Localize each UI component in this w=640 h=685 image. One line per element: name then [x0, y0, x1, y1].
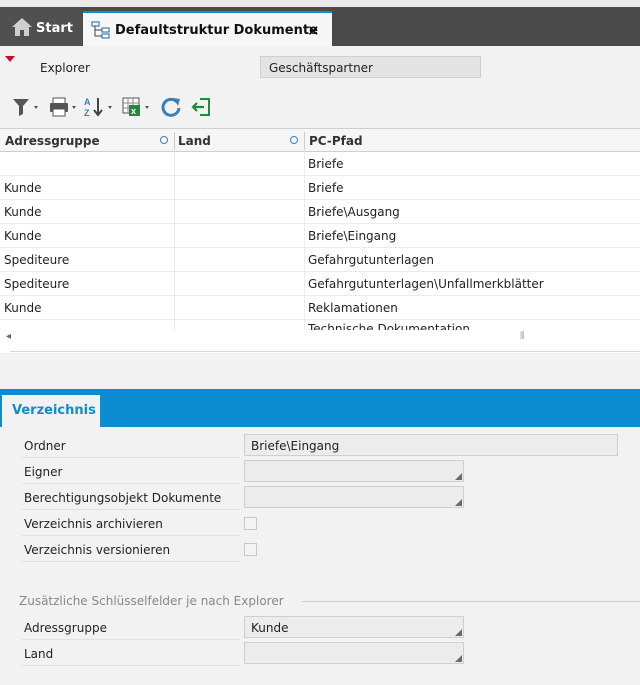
adressgruppe-combobox[interactable]: Kunde: [244, 616, 464, 638]
dropdown-grip-icon: [455, 499, 462, 506]
column-separator[interactable]: [174, 132, 175, 150]
cell-pc-pfad: Briefe\Eingang: [308, 229, 397, 243]
column-header-adressgruppe[interactable]: Adressgruppe: [5, 134, 100, 148]
ordner-field[interactable]: Briefe\Eingang: [244, 434, 618, 456]
table-row[interactable]: Briefe: [0, 152, 640, 176]
cell-adressgruppe: Kunde: [4, 301, 42, 315]
cell-adressgruppe: Kunde: [4, 205, 42, 219]
sort-icon[interactable]: A Z: [83, 96, 117, 118]
versionieren-checkbox[interactable]: [244, 543, 257, 556]
home-icon: [12, 18, 32, 36]
exit-icon[interactable]: [190, 96, 214, 118]
dropdown-grip-icon: [455, 473, 462, 480]
collapse-marker-icon[interactable]: [5, 56, 15, 62]
row-divider: [22, 665, 240, 666]
svg-text:A: A: [84, 97, 91, 107]
group-title: Zusätzliche Schlüsselfelder je nach Expl…: [19, 594, 284, 608]
cell-pc-pfad: Briefe\Ausgang: [308, 205, 400, 219]
land-label: Land: [24, 647, 54, 661]
adressgruppe-value: Kunde: [251, 621, 289, 635]
explorer-field: Geschäftspartner: [260, 56, 481, 78]
versionieren-label: Verzeichnis versionieren: [24, 543, 171, 557]
cell-pc-pfad: Gefahrgutunterlagen: [308, 253, 435, 267]
column-header-land[interactable]: Land: [178, 134, 211, 148]
row-divider: [22, 561, 240, 562]
cell-pc-pfad: Briefe: [308, 181, 344, 195]
land-combobox[interactable]: [244, 642, 464, 664]
cell-pc-pfad: Reklamationen: [308, 301, 398, 315]
eigner-combobox[interactable]: [244, 460, 464, 482]
table-row[interactable]: Spediteure Gefahrgutunterlagen: [0, 248, 640, 272]
dropdown-grip-icon: [455, 629, 462, 636]
table-bottom-border: [10, 351, 640, 352]
archivieren-checkbox[interactable]: [244, 517, 257, 530]
column-filter-icon[interactable]: [290, 136, 298, 144]
ordner-label: Ordner: [24, 439, 66, 453]
table-row[interactable]: Kunde Briefe: [0, 176, 640, 200]
close-icon[interactable]: ✕: [307, 22, 320, 40]
refresh-icon[interactable]: [160, 96, 184, 118]
cell-pc-pfad: Gefahrgutunterlagen\Unfallmerkblätter: [308, 277, 544, 291]
tab-defaultstruktur-label: Defaultstruktur Dokumente: [115, 23, 318, 38]
tab-start[interactable]: Start: [0, 7, 82, 46]
eigner-label: Eigner: [24, 465, 63, 479]
scroll-left-icon[interactable]: ◂: [6, 331, 11, 342]
archivieren-label: Verzeichnis archivieren: [24, 517, 163, 531]
table-row[interactable]: Kunde Reklamationen: [0, 296, 640, 320]
data-table: Adressgruppe Land PC-Pfad Briefe Kunde B…: [0, 128, 640, 353]
filter-icon[interactable]: [11, 96, 43, 118]
cell-pc-pfad: Technische Dokumentation: [308, 322, 470, 330]
row-divider: [22, 483, 240, 484]
cell-adressgruppe: Kunde: [4, 181, 42, 195]
berechtigungsobjekt-combobox[interactable]: [244, 486, 464, 508]
svg-text:Z: Z: [84, 108, 90, 118]
cell-adressgruppe: Kunde: [4, 229, 42, 243]
table-row[interactable]: Technische Dokumentation: [0, 320, 640, 330]
tab-start-label: Start: [36, 21, 73, 36]
dropdown-grip-icon: [455, 655, 462, 662]
row-divider: [22, 535, 240, 536]
explorer-label: Explorer: [40, 61, 90, 75]
scroll-thumb-grip-icon[interactable]: ⦀: [520, 331, 524, 342]
tab-verzeichnis[interactable]: Verzeichnis: [2, 395, 100, 427]
row-divider: [22, 457, 240, 458]
table-row[interactable]: Kunde Briefe\Eingang: [0, 224, 640, 248]
table-row[interactable]: Spediteure Gefahrgutunterlagen\Unfallmer…: [0, 272, 640, 296]
group-divider: [302, 601, 640, 602]
excel-export-icon[interactable]: x: [121, 96, 155, 118]
cell-adressgruppe: Spediteure: [4, 277, 70, 291]
column-header-pc-pfad[interactable]: PC-Pfad: [309, 134, 363, 148]
row-divider: [22, 639, 240, 640]
cell-pc-pfad: Briefe: [308, 157, 344, 171]
berechtigungsobjekt-label: Berechtigungsobjekt Dokumente: [24, 491, 222, 505]
column-separator[interactable]: [304, 132, 305, 150]
print-icon[interactable]: [48, 96, 80, 118]
adressgruppe-label: Adressgruppe: [24, 621, 107, 635]
tab-defaultstruktur[interactable]: Defaultstruktur Dokumente ✕: [83, 11, 332, 46]
cell-adressgruppe: Spediteure: [4, 253, 70, 267]
horizontal-scrollbar[interactable]: ◂ ⦀: [0, 330, 640, 348]
svg-text:x: x: [131, 106, 136, 116]
column-filter-icon[interactable]: [160, 136, 168, 144]
table-row[interactable]: Kunde Briefe\Ausgang: [0, 200, 640, 224]
row-divider: [22, 509, 240, 510]
table-header: Adressgruppe Land PC-Pfad: [0, 128, 640, 152]
tree-structure-icon: [91, 21, 110, 39]
